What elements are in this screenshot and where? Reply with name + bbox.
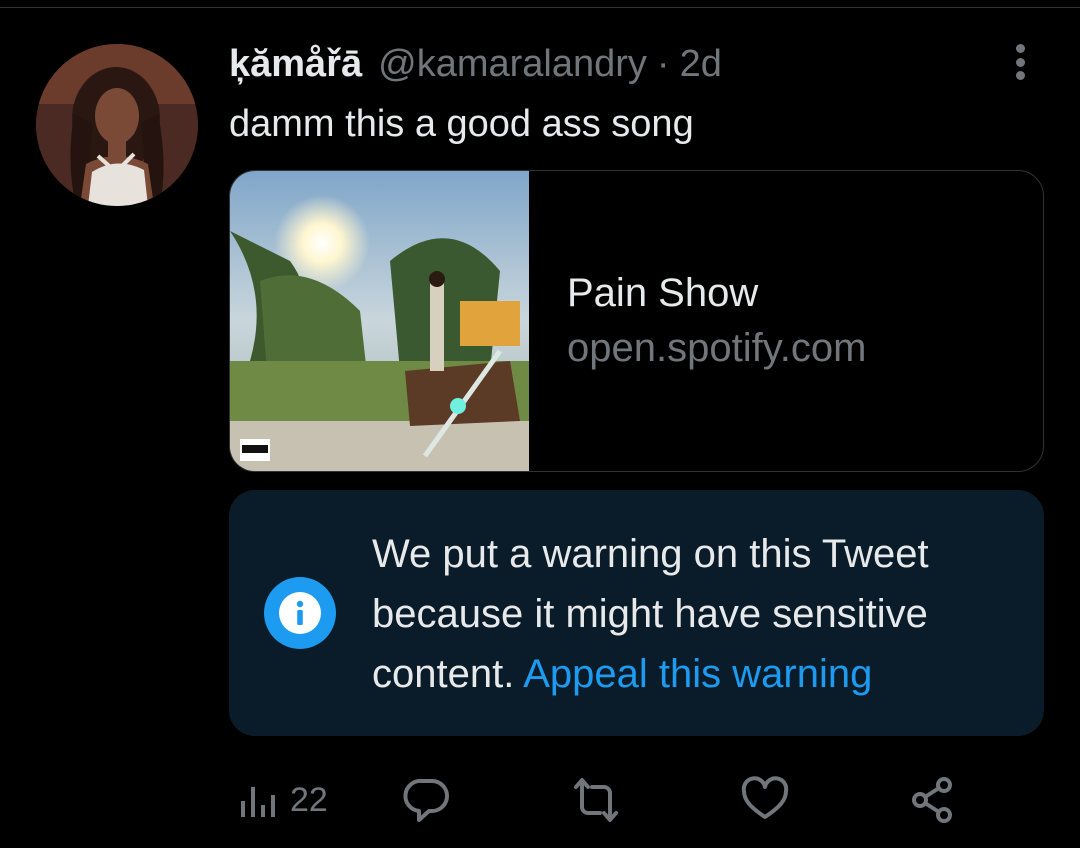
tweet-text: damm this a good ass song	[229, 103, 694, 145]
display-name[interactable]: ķămåřā	[229, 43, 362, 86]
tweet-timestamp[interactable]: 2d	[680, 43, 722, 86]
avatar-image	[36, 44, 198, 206]
link-card[interactable]: Pain Show open.spotify.com	[229, 170, 1044, 472]
separator-dot: ·	[656, 42, 670, 85]
warning-text: We put a warning on this Tweet because i…	[372, 524, 1022, 704]
retweet-button[interactable]	[568, 770, 624, 830]
tweet-action-bar: 22	[0, 770, 1080, 830]
like-button[interactable]	[740, 770, 790, 830]
card-title: Pain Show	[567, 271, 759, 315]
user-handle[interactable]: @kamaralandry	[378, 43, 647, 86]
info-icon	[264, 577, 336, 649]
sensitive-content-warning: We put a warning on this Tweet because i…	[229, 490, 1044, 736]
appeal-warning-link[interactable]: Appeal this warning	[523, 652, 872, 696]
share-button[interactable]	[908, 770, 958, 830]
heart-icon	[741, 776, 789, 819]
avatar[interactable]	[36, 44, 198, 206]
views-button[interactable]: 22	[238, 770, 328, 830]
tweet-header: ķămåřā @kamaralandry · 2d	[229, 38, 722, 90]
reply-button[interactable]	[402, 770, 452, 830]
analytics-icon	[241, 787, 275, 817]
views-count: 22	[290, 780, 328, 819]
retweet-icon	[574, 778, 618, 822]
card-domain: open.spotify.com	[567, 326, 867, 370]
more-vertical-icon[interactable]	[1005, 40, 1035, 84]
share-icon	[912, 777, 952, 823]
reply-icon	[403, 778, 449, 822]
top-divider	[0, 7, 1080, 8]
album-art-image	[230, 171, 529, 471]
